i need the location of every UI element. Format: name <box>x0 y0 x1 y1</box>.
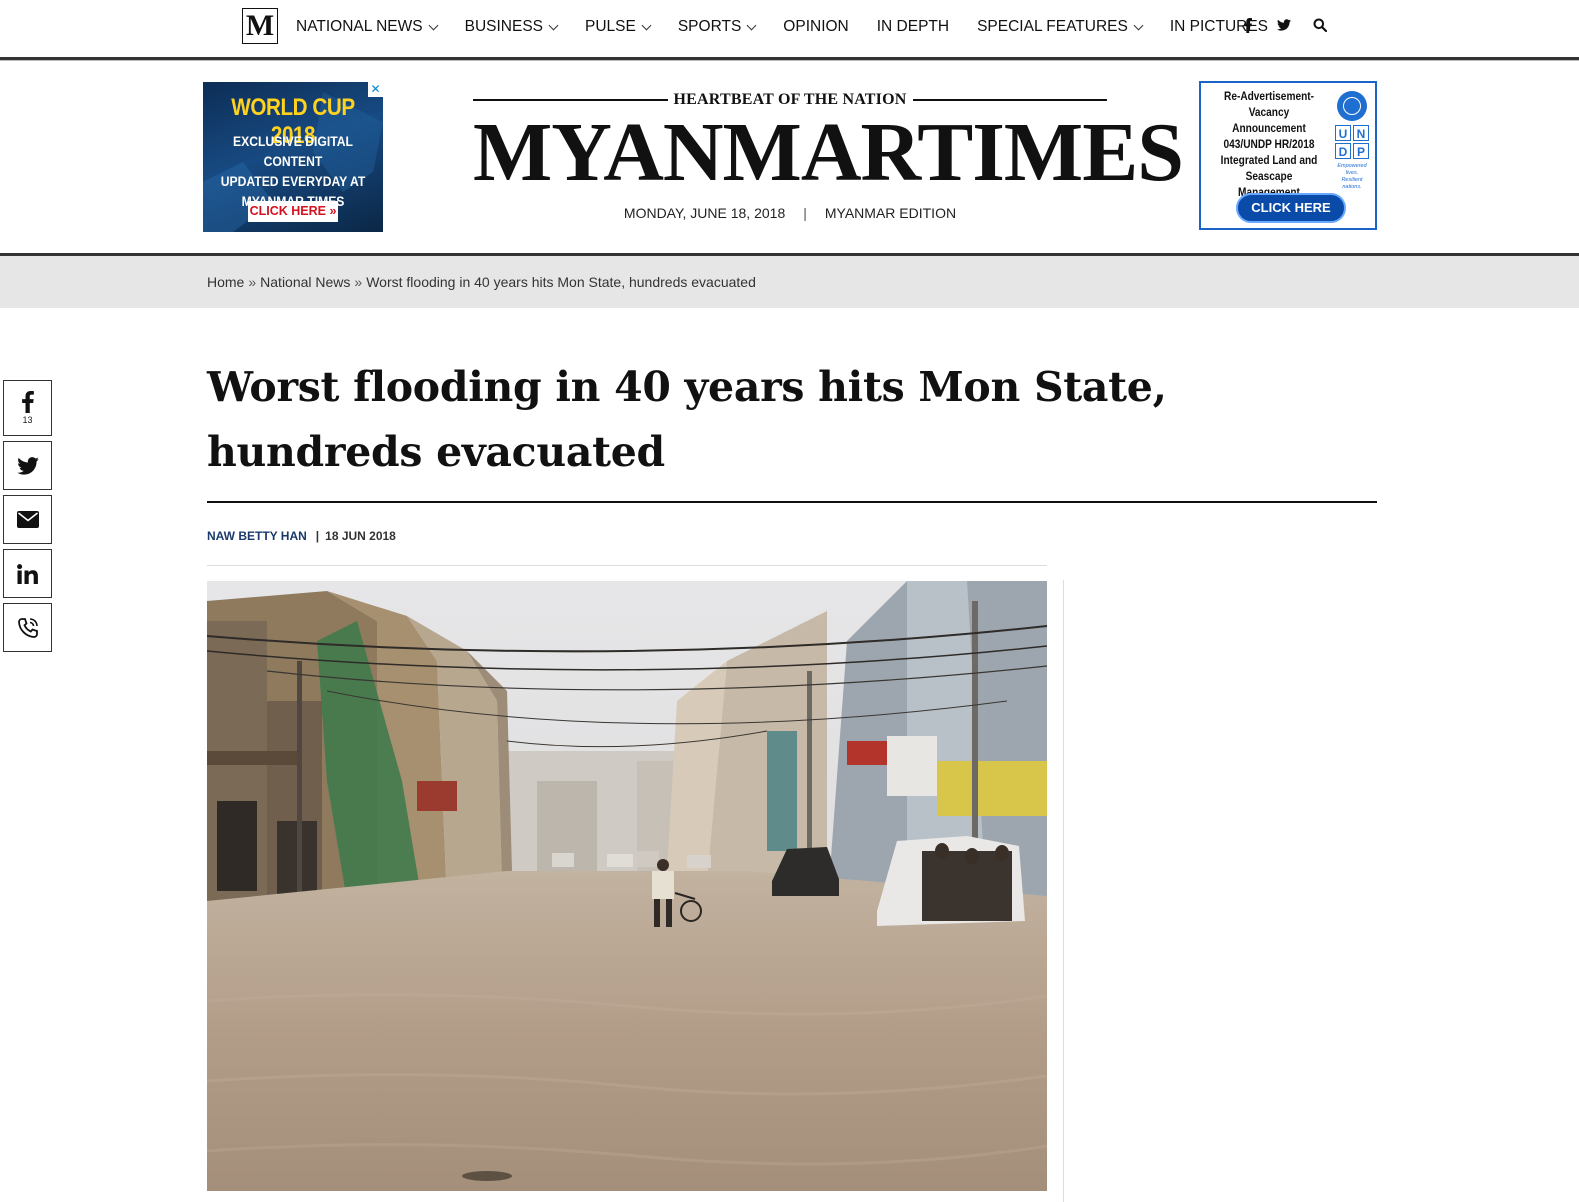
ad-line: Integrated Land and <box>1220 155 1318 167</box>
breadcrumb: Home» National News» Worst flooding in 40 … <box>207 274 756 290</box>
ad-line: 043/UNDP HR/2018 <box>1223 139 1315 151</box>
ad-line: EXCLUSIVE DIGITAL CONTENT <box>233 134 353 169</box>
facebook-icon[interactable] <box>1241 17 1255 33</box>
logo-letter: D <box>1335 143 1351 159</box>
logo-letter: U <box>1335 125 1351 141</box>
chevron-down-icon <box>428 20 439 30</box>
nav-item-special-features[interactable]: SPECIAL FEATURES <box>977 18 1144 36</box>
main-menu: NATIONAL NEWS BUSINESS PULSE SPORTS OPIN… <box>296 0 1296 54</box>
ad-click-here-button[interactable]: CLICK HERE <box>1236 193 1346 223</box>
linkedin-icon <box>17 563 38 584</box>
undp-slogan: Empowered lives. Resilient nations. <box>1337 163 1367 190</box>
undp-logo: U N D P Empowered lives. Resilient natio… <box>1335 91 1369 191</box>
logo-letter: P <box>1353 143 1369 159</box>
share-email-button[interactable] <box>3 495 52 544</box>
nav-item-business[interactable]: BUSINESS <box>464 18 559 36</box>
ad-line: Vacancy Announcement <box>1232 107 1306 135</box>
tagline-rule <box>473 99 668 101</box>
chevron-down-icon <box>1133 20 1144 30</box>
share-count: 13 <box>22 415 33 425</box>
un-emblem-icon <box>1337 91 1367 121</box>
logo-letter: N <box>1353 125 1369 141</box>
byline-rule <box>207 565 1047 566</box>
column-divider <box>1063 580 1064 1202</box>
nav-item-label: SPECIAL FEATURES <box>977 18 1128 35</box>
ad-banner-world-cup[interactable]: ✕ WORLD CUP 2018 EXCLUSIVE DIGITAL CONTE… <box>203 82 383 232</box>
tagline-rule <box>912 99 1108 101</box>
flooded-street-image <box>207 581 1047 1191</box>
ad-body: EXCLUSIVE DIGITAL CONTENT UPDATED EVERYD… <box>212 132 374 212</box>
facebook-icon <box>21 391 34 413</box>
nav-item-label: PULSE <box>585 18 636 35</box>
article-photo-flooded-street <box>207 581 1047 1191</box>
email-icon <box>16 511 39 528</box>
breadcrumb-current: Worst flooding in 40 years hits Mon Stat… <box>366 274 756 290</box>
nav-item-label: IN DEPTH <box>876 18 950 35</box>
chevron-down-icon <box>641 20 652 30</box>
nav-item-national-news[interactable]: NATIONAL NEWS <box>296 18 439 36</box>
site-logo[interactable]: M <box>242 8 278 44</box>
share-linkedin-button[interactable] <box>3 549 52 598</box>
breadcrumb-home-link[interactable]: Home <box>207 274 244 290</box>
chevron-down-icon <box>746 20 757 30</box>
breadcrumb-section-link[interactable]: National News <box>260 274 350 290</box>
current-date: MONDAY, JUNE 18, 2018 <box>623 205 786 221</box>
ad-banner-undp[interactable]: Re-Advertisement- Vacancy Announcement 0… <box>1199 81 1377 230</box>
breadcrumb-bar: Home» National News» Worst flooding in 40 … <box>0 256 1579 308</box>
headline-rule <box>207 501 1377 503</box>
divider: | <box>315 529 320 543</box>
share-facebook-button[interactable]: 13 <box>3 380 52 436</box>
nav-item-opinion[interactable]: OPINION <box>783 18 848 36</box>
author-link[interactable]: NAW BETTY HAN <box>207 529 307 543</box>
byline: NAW BETTY HAN | 18 JUN 2018 <box>207 529 396 543</box>
share-twitter-button[interactable] <box>3 441 52 490</box>
article-headline: Worst flooding in 40 years hits Mon Stat… <box>207 363 1167 476</box>
chevron-down-icon <box>548 20 559 30</box>
publish-date: 18 JUN 2018 <box>325 529 396 543</box>
search-icon[interactable] <box>1313 17 1327 33</box>
divider: | <box>803 205 807 221</box>
brand-wordmark[interactable]: MYANMARTIMES <box>473 111 1184 195</box>
nav-item-pulse[interactable]: PULSE <box>585 18 652 36</box>
ad-line: Re-Advertisement- <box>1224 91 1314 103</box>
dateline: MONDAY, JUNE 18, 2018 | MYANMAR EDITION <box>473 205 1107 221</box>
breadcrumb-separator: » <box>248 274 257 290</box>
nav-item-label: NATIONAL NEWS <box>296 18 423 35</box>
undp-letters: U N D P <box>1335 125 1369 159</box>
edition-label[interactable]: MYANMAR EDITION <box>825 205 956 221</box>
nav-item-sports[interactable]: SPORTS <box>677 18 757 36</box>
nav-item-in-depth[interactable]: IN DEPTH <box>877 18 949 36</box>
nav-item-label: BUSINESS <box>464 18 543 35</box>
phone-icon <box>17 617 38 638</box>
share-phone-button[interactable] <box>3 603 52 652</box>
breadcrumb-separator: » <box>354 274 363 290</box>
nav-item-label: SPORTS <box>677 18 742 35</box>
masthead: ✕ WORLD CUP 2018 EXCLUSIVE DIGITAL CONTE… <box>0 61 1579 256</box>
ad-click-here-button[interactable]: CLICK HERE » <box>248 201 338 222</box>
top-nav: M NATIONAL NEWS BUSINESS PULSE SPORTS OP… <box>0 0 1579 61</box>
ad-line: UPDATED EVERYDAY AT <box>220 174 366 189</box>
twitter-icon[interactable] <box>1277 17 1291 33</box>
nav-item-label: OPINION <box>783 18 849 35</box>
nav-social-icons <box>1241 17 1327 33</box>
twitter-icon <box>16 456 39 475</box>
